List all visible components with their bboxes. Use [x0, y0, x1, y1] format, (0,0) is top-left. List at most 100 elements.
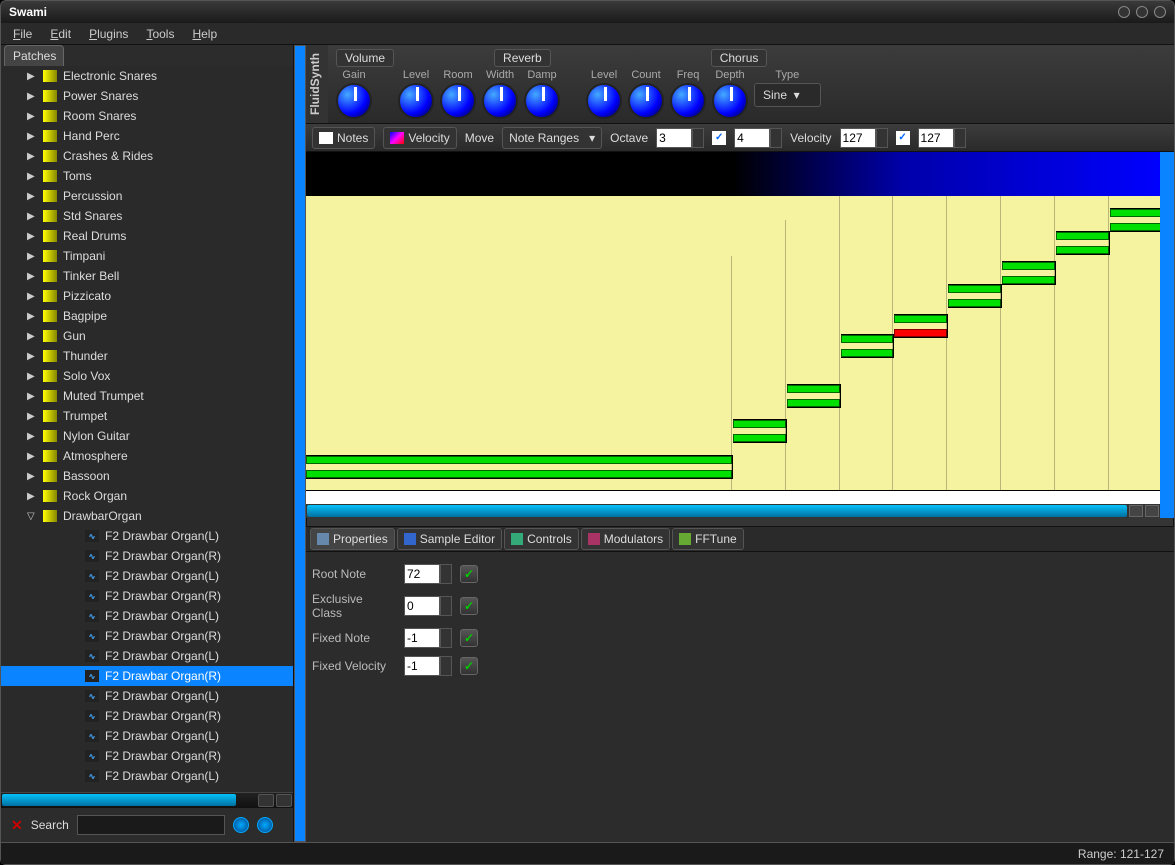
knob-level[interactable]: [398, 83, 434, 119]
octave-low-input[interactable]: [656, 128, 692, 148]
menu-file[interactable]: File: [13, 27, 32, 41]
tree-item[interactable]: ▶Rock Organ: [1, 486, 293, 506]
exclusive-class-apply[interactable]: ✓: [460, 597, 478, 615]
tree-item[interactable]: ▶Power Snares: [1, 86, 293, 106]
velocity-button[interactable]: Velocity: [383, 127, 456, 149]
menu-edit[interactable]: Edit: [50, 27, 71, 41]
tree-item[interactable]: ▶Percussion: [1, 186, 293, 206]
knob-count[interactable]: [628, 83, 664, 119]
tree-item[interactable]: ▶Hand Perc: [1, 126, 293, 146]
velocity-link-checkbox[interactable]: ✓: [896, 131, 910, 145]
tree-child-item[interactable]: ∿F2 Drawbar Organ(L): [1, 606, 293, 626]
tree-item-expanded[interactable]: ▽DrawbarOrgan: [1, 506, 293, 526]
tree-child-item[interactable]: ∿F2 Drawbar Organ(L): [1, 646, 293, 666]
knob-room[interactable]: [440, 83, 476, 119]
tree-child-item[interactable]: ∿F2 Drawbar Organ(L): [1, 766, 293, 786]
knob-depth[interactable]: [712, 83, 748, 119]
velocity-high-input[interactable]: [918, 128, 954, 148]
root-note-input[interactable]: [404, 564, 440, 584]
chorus-header[interactable]: Chorus: [711, 49, 768, 67]
tree-child-item[interactable]: ∿F2 Drawbar Organ(L): [1, 526, 293, 546]
tab-properties[interactable]: Properties: [310, 528, 395, 550]
tree-item[interactable]: ▶Std Snares: [1, 206, 293, 226]
fixed-note-input[interactable]: [404, 628, 440, 648]
patches-tab[interactable]: Patches: [4, 45, 64, 66]
tree-child-item[interactable]: ∿F2 Drawbar Organ(L): [1, 566, 293, 586]
tab-modulators[interactable]: Modulators: [581, 528, 670, 550]
tree-item[interactable]: ▶Pizzicato: [1, 286, 293, 306]
tree-hscroll[interactable]: [1, 792, 293, 808]
volume-header[interactable]: Volume: [336, 49, 394, 67]
note-zone[interactable]: [1056, 231, 1110, 255]
search-input[interactable]: [77, 815, 225, 835]
tree-child-item[interactable]: ∿F2 Drawbar Organ(L): [1, 686, 293, 706]
tree-item[interactable]: ▶Timpani: [1, 246, 293, 266]
reverb-header[interactable]: Reverb: [494, 49, 551, 67]
fixed-velocity-apply[interactable]: ✓: [460, 657, 478, 675]
note-zone[interactable]: [841, 334, 895, 358]
minimize-button[interactable]: [1118, 6, 1130, 18]
note-range-area[interactable]: [306, 196, 1160, 490]
note-zone[interactable]: [948, 284, 1002, 308]
octave-high-input[interactable]: [734, 128, 770, 148]
tree-item[interactable]: ▶Tinker Bell: [1, 266, 293, 286]
editor-hscroll[interactable]: [306, 504, 1160, 518]
tree-child-item[interactable]: ∿F2 Drawbar Organ(R): [1, 666, 293, 686]
tree-item[interactable]: ▶Nylon Guitar: [1, 426, 293, 446]
tab-controls[interactable]: Controls: [504, 528, 579, 550]
note-ranges-select[interactable]: Note Ranges▾: [502, 127, 602, 149]
search-prev-button[interactable]: [233, 817, 249, 833]
knob-level[interactable]: [586, 83, 622, 119]
note-zone[interactable]: [306, 455, 733, 479]
sidebar-collapser[interactable]: [294, 45, 306, 842]
maximize-button[interactable]: [1136, 6, 1148, 18]
tree-child-item[interactable]: ∿F2 Drawbar Organ(L): [1, 726, 293, 746]
knob-width[interactable]: [482, 83, 518, 119]
note-zone[interactable]: [733, 419, 787, 443]
knob-damp[interactable]: [524, 83, 560, 119]
tab-sample-editor[interactable]: Sample Editor: [397, 528, 502, 550]
tree-item[interactable]: ▶Real Drums: [1, 226, 293, 246]
tree-item[interactable]: ▶Electronic Snares: [1, 66, 293, 86]
velocity-low-input[interactable]: [840, 128, 876, 148]
fixed-velocity-input[interactable]: [404, 656, 440, 676]
tree-item[interactable]: ▶Bassoon: [1, 466, 293, 486]
exclusive-class-input[interactable]: [404, 596, 440, 616]
tree-item[interactable]: ▶Muted Trumpet: [1, 386, 293, 406]
menu-tools[interactable]: Tools: [146, 27, 174, 41]
clear-search-icon[interactable]: ✕: [11, 817, 23, 834]
knob-gain[interactable]: [336, 83, 372, 119]
note-zone[interactable]: [1002, 261, 1056, 285]
tree-child-item[interactable]: ∿F2 Drawbar Organ(R): [1, 746, 293, 766]
type-select[interactable]: Sine ▾: [754, 83, 821, 107]
tree-child-item[interactable]: ∿F2 Drawbar Organ(R): [1, 626, 293, 646]
editor-vscroll[interactable]: [1160, 152, 1174, 518]
tab-fftune[interactable]: FFTune: [672, 528, 744, 550]
note-zone[interactable]: [1110, 208, 1160, 232]
tree-item[interactable]: ▶Trumpet: [1, 406, 293, 426]
tree-item[interactable]: ▶Crashes & Rides: [1, 146, 293, 166]
tree-item[interactable]: ▶Thunder: [1, 346, 293, 366]
tree-child-item[interactable]: ∿F2 Drawbar Organ(R): [1, 546, 293, 566]
tree-item[interactable]: ▶Gun: [1, 326, 293, 346]
tree-child-item[interactable]: ∿F2 Drawbar Organ(R): [1, 706, 293, 726]
root-note-apply[interactable]: ✓: [460, 565, 478, 583]
search-next-button[interactable]: [257, 817, 273, 833]
menu-plugins[interactable]: Plugins: [89, 27, 128, 41]
octave-link-checkbox[interactable]: ✓: [712, 131, 726, 145]
notes-button[interactable]: Notes: [312, 127, 375, 149]
knob-freq[interactable]: [670, 83, 706, 119]
note-zone[interactable]: [894, 314, 948, 338]
horizontal-splitter[interactable]: [306, 518, 1174, 526]
piano-keyboard[interactable]: [306, 490, 1160, 504]
tree-item[interactable]: ▶Toms: [1, 166, 293, 186]
note-zone[interactable]: [787, 384, 841, 408]
tree-child-item[interactable]: ∿F2 Drawbar Organ(R): [1, 586, 293, 606]
tree-item[interactable]: ▶Bagpipe: [1, 306, 293, 326]
menu-help[interactable]: Help: [192, 27, 217, 41]
tree-item[interactable]: ▶Room Snares: [1, 106, 293, 126]
close-button[interactable]: [1154, 6, 1166, 18]
titlebar[interactable]: Swami: [1, 1, 1174, 23]
fixed-note-apply[interactable]: ✓: [460, 629, 478, 647]
tree-item[interactable]: ▶Atmosphere: [1, 446, 293, 466]
